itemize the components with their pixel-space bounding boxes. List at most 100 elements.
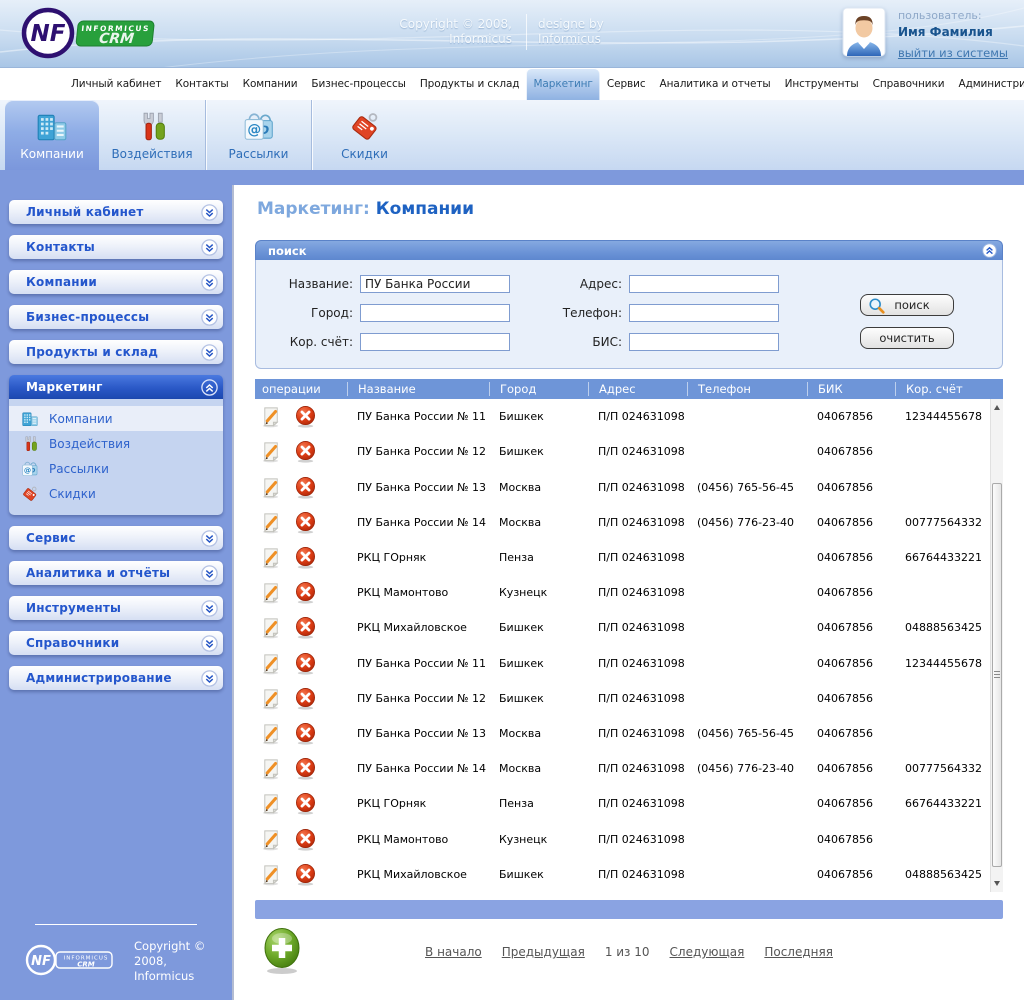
edit-icon[interactable] xyxy=(260,687,283,710)
chevron-down-icon[interactable] xyxy=(201,565,218,582)
nav-tab-tools[interactable]: Инструменты xyxy=(778,68,866,100)
address-input[interactable] xyxy=(629,275,779,293)
chevron-down-icon[interactable] xyxy=(201,670,218,687)
delete-icon[interactable] xyxy=(294,722,317,745)
sidebar-subitem-mailings[interactable]: D @Рассылки xyxy=(9,456,223,481)
nav-tab-marketing[interactable]: Маркетинг xyxy=(526,68,599,100)
delete-icon[interactable] xyxy=(294,546,317,569)
sidebar-section-marketing[interactable]: Маркетинг xyxy=(9,375,223,399)
delete-icon[interactable] xyxy=(294,757,317,780)
chevron-down-icon[interactable] xyxy=(201,239,218,256)
search-panel: поиск Название: Адрес: Город: xyxy=(255,240,1003,369)
toolbar-item-impacts[interactable]: Воздействия xyxy=(99,100,205,170)
sidebar-section-directories[interactable]: Справочники xyxy=(9,631,223,655)
sidebar-section-service[interactable]: Сервис xyxy=(9,526,223,550)
chevron-down-icon[interactable] xyxy=(201,204,218,221)
edit-icon[interactable] xyxy=(260,546,283,569)
edit-icon[interactable] xyxy=(260,652,283,675)
edit-icon[interactable] xyxy=(260,792,283,815)
cell-city: Бишкек xyxy=(489,410,588,423)
edit-icon[interactable] xyxy=(260,476,283,499)
logout-link[interactable]: выйти из системы xyxy=(898,46,1008,60)
edit-icon[interactable] xyxy=(260,863,283,886)
delete-icon[interactable] xyxy=(294,511,317,534)
cell-bik: 04067856 xyxy=(807,762,895,775)
clear-button[interactable]: очистить xyxy=(860,327,954,349)
name-input[interactable] xyxy=(360,275,510,293)
chevron-down-icon[interactable] xyxy=(201,635,218,652)
edit-icon[interactable] xyxy=(260,722,283,745)
cell-phone: (0456) 765-56-45 xyxy=(687,481,807,494)
chevron-down-icon[interactable] xyxy=(201,600,218,617)
sidebar-subitem-companies[interactable]: Компании xyxy=(9,406,223,431)
sidebar-section-companies[interactable]: Компании xyxy=(9,270,223,294)
scrollbar-thumb[interactable] xyxy=(992,483,1002,867)
corr-account-input[interactable] xyxy=(360,333,510,351)
sidebar-section-tools[interactable]: Инструменты xyxy=(9,596,223,620)
nav-tab-business-processes[interactable]: Бизнес-процессы xyxy=(304,68,412,100)
delete-icon[interactable] xyxy=(294,792,317,815)
cell-address: П/П 024631098 xyxy=(588,516,687,529)
pagination-prev[interactable]: Предыдущая xyxy=(502,945,585,959)
nav-tab-contacts[interactable]: Контакты xyxy=(168,68,235,100)
chevron-down-icon[interactable] xyxy=(201,274,218,291)
cell-address: П/П 024631098 xyxy=(588,586,687,599)
sidebar-section-administration[interactable]: Администрирование xyxy=(9,666,223,690)
nav-tab-companies[interactable]: Компании xyxy=(236,68,305,100)
pagination-first[interactable]: В начало xyxy=(425,945,482,959)
scrollbar-up-arrow[interactable] xyxy=(991,402,1003,414)
delete-icon[interactable] xyxy=(294,687,317,710)
sidebar-section-analytics-reports[interactable]: Аналитика и отчёты xyxy=(9,561,223,585)
nav-tab-products-warehouse[interactable]: Продукты и склад xyxy=(413,68,527,100)
edit-icon[interactable] xyxy=(260,405,283,428)
sidebar-subitem-discounts[interactable]: Скидки xyxy=(9,481,223,506)
toolbar-item-companies[interactable]: Компании xyxy=(5,100,99,170)
chevron-down-icon[interactable] xyxy=(201,309,218,326)
collapse-search-icon[interactable] xyxy=(982,243,997,258)
designed-by-line1: designe by xyxy=(538,17,604,32)
search-button[interactable]: поиск xyxy=(860,294,954,316)
delete-icon[interactable] xyxy=(294,440,317,463)
delete-icon[interactable] xyxy=(294,863,317,886)
nav-tab-service[interactable]: Сервис xyxy=(600,68,653,100)
chevron-up-icon[interactable] xyxy=(201,379,218,396)
edit-icon[interactable] xyxy=(260,757,283,780)
toolbar-item-discounts[interactable]: Скидки xyxy=(311,100,417,170)
bis-input[interactable] xyxy=(629,333,779,351)
chevron-down-icon[interactable] xyxy=(201,530,218,547)
delete-icon[interactable] xyxy=(294,581,317,604)
city-input[interactable] xyxy=(360,304,510,322)
phone-input[interactable] xyxy=(629,304,779,322)
edit-icon[interactable] xyxy=(260,581,283,604)
sidebar-section-business-processes[interactable]: Бизнес-процессы xyxy=(9,305,223,329)
cell-address: П/П 024631098 xyxy=(588,410,687,423)
nav-tab-directories[interactable]: Справочники xyxy=(866,68,952,100)
delete-icon[interactable] xyxy=(294,405,317,428)
sidebar-section-personal[interactable]: Личный кабинет xyxy=(9,200,223,224)
pagination-next[interactable]: Следующая xyxy=(670,945,745,959)
edit-icon[interactable] xyxy=(260,511,283,534)
scrollbar-down-arrow[interactable] xyxy=(991,877,1003,889)
toolbar-item-mailings[interactable]: D @Рассылки xyxy=(205,100,311,170)
informicus-crm-logo: INFORMICUS CRM NF xyxy=(20,6,172,66)
chevron-down-icon[interactable] xyxy=(201,344,218,361)
sidebar-section-contacts[interactable]: Контакты xyxy=(9,235,223,259)
edit-icon[interactable] xyxy=(260,616,283,639)
delete-icon[interactable] xyxy=(294,616,317,639)
sidebar-sections: Личный кабинет Контакты Компании Бизнес-… xyxy=(0,200,232,701)
nav-tab-analytics-reports[interactable]: Аналитика и отчеты xyxy=(653,68,778,100)
delete-icon[interactable] xyxy=(294,652,317,675)
nav-tab-personal[interactable]: Личный кабинет xyxy=(64,68,168,100)
edit-icon[interactable] xyxy=(260,828,283,851)
pagination-last[interactable]: Последняя xyxy=(764,945,833,959)
sidebar-subitem-impacts[interactable]: Воздействия xyxy=(9,431,223,456)
delete-icon[interactable] xyxy=(294,476,317,499)
nav-tab-administration[interactable]: Администрирование xyxy=(951,68,1024,100)
sidebar-section-products-warehouse[interactable]: Продукты и склад xyxy=(9,340,223,364)
row-operations xyxy=(255,546,347,569)
cell-corr-account: 12344455678 xyxy=(895,657,990,670)
table-scrollbar[interactable] xyxy=(990,399,1003,892)
mailings-icon: D @ xyxy=(242,110,276,144)
delete-icon[interactable] xyxy=(294,828,317,851)
edit-icon[interactable] xyxy=(260,440,283,463)
